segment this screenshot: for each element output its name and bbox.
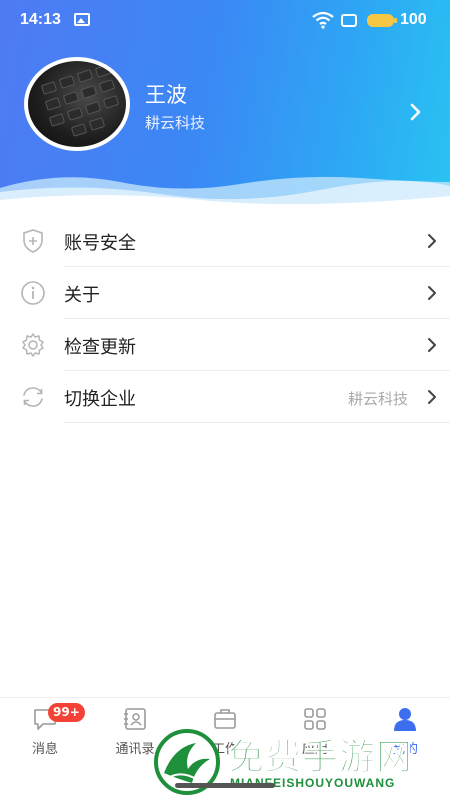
menu-label: 关于 [64, 285, 100, 306]
profile-name: 王波 [145, 83, 187, 107]
menu-item-about[interactable]: 关于 [0, 267, 450, 319]
settings-menu: 账号安全 关于 检查更新 切换企业 耕云科技 [0, 215, 450, 423]
chevron-right-icon [428, 390, 436, 404]
screen-icon [341, 14, 357, 27]
status-bar: 14:13 100 [0, 0, 450, 40]
menu-label: 切换企业 [64, 389, 136, 410]
menu-item-check-update[interactable]: 检查更新 [0, 319, 450, 371]
refresh-icon [23, 387, 43, 407]
wifi-icon [312, 11, 334, 29]
header-wave [0, 176, 450, 205]
watermark-title: 免费手游网 [227, 737, 414, 779]
watermark: 免费手游网 MIANFEISHOUYOUWANG [150, 726, 450, 800]
chevron-right-icon [428, 286, 436, 300]
status-time: 14:13 [20, 11, 61, 28]
nav-item-messages[interactable]: 99+ 消息 [0, 703, 90, 766]
info-icon [21, 281, 45, 305]
menu-label: 检查更新 [64, 337, 136, 358]
battery-level: 100 [400, 11, 427, 28]
chevron-right-icon[interactable] [404, 100, 428, 124]
gear-icon [22, 333, 44, 357]
profile-company: 耕云科技 [145, 114, 206, 132]
gallery-icon [74, 13, 90, 26]
menu-item-switch-company[interactable]: 切换企业 耕云科技 [0, 371, 450, 423]
chevron-right-icon [428, 234, 436, 248]
avatar[interactable] [24, 57, 130, 151]
contacts-icon [124, 708, 146, 730]
chevron-right-icon [428, 338, 436, 352]
profile-header: 14:13 100 王波 耕云科技 [0, 0, 450, 205]
menu-item-account-security[interactable]: 账号安全 [0, 215, 450, 267]
unread-badge: 99+ [48, 703, 85, 722]
menu-label: 账号安全 [64, 233, 136, 254]
shield-icon [23, 229, 43, 253]
divider [64, 422, 450, 423]
current-company: 耕云科技 [347, 390, 408, 408]
battery-icon [367, 14, 397, 27]
home-indicator [175, 783, 275, 788]
nav-label: 消息 [31, 742, 58, 757]
